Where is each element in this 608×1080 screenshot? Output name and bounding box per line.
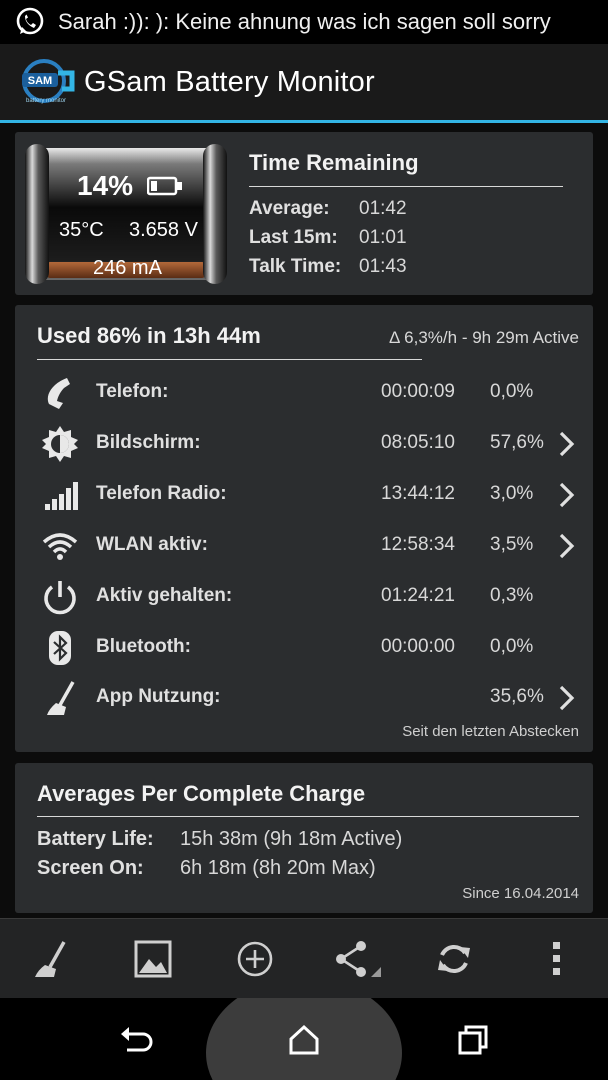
row-label: Screen On: [37,857,144,879]
power-icon [44,581,76,615]
phone-icon [47,378,70,409]
row-label: Battery Life: [37,828,154,850]
row-value: 01:43 [359,256,407,277]
usage-label: WLAN aktiv: [96,534,208,555]
divider [249,186,563,187]
usage-percent: 35,6% [490,686,544,707]
home-icon[interactable] [286,1022,322,1058]
usage-time: 13:44:12 [381,483,455,504]
battery-percent: 14% [77,170,134,201]
usage-footer: Seit den letzten Abstecken [402,723,579,740]
chevron-right-icon[interactable] [555,430,579,458]
averages-title: Averages Per Complete Charge [37,781,366,806]
chevron-right-icon[interactable] [555,684,579,712]
row-value: 15h 38m (9h 18m Active) [180,828,403,850]
battery-temperature: 35°C [59,219,104,241]
battery-graphic: 14% 35°C 3.658 V 246 mA [25,142,227,285]
signal-bars-icon [45,482,78,510]
time-remaining-average: Average: 01:42 [249,198,407,220]
status-bar: Sarah :)): ): Keine ahnung was ich sagen… [0,0,608,44]
refresh-icon[interactable] [434,939,474,979]
usage-label: Bildschirm: [96,432,201,453]
screen: Sarah :)): ): Keine ahnung was ich sagen… [0,0,608,1080]
time-remaining-last15m: Last 15m: 01:01 [249,227,407,249]
recents-icon[interactable] [455,1022,491,1058]
usage-time: 00:00:09 [381,381,455,402]
logo-subtext: battery monitor [26,98,66,104]
averages-screen-on: Screen On: 6h 18m (8h 20m Max) [37,857,376,880]
usage-percent: 3,5% [490,534,534,555]
app-title: GSam Battery Monitor [84,65,375,98]
usage-rate: Δ 6,3%/h - 9h 29m Active [389,328,579,347]
app-logo: SAM battery monitor [22,59,75,104]
system-nav-bar [0,998,608,1080]
usage-label: Telefon Radio: [96,483,227,504]
action-bar-accent-line [0,120,608,123]
usage-time: 00:00:00 [381,636,455,657]
row-value: 01:01 [359,227,407,248]
usage-card: Used 86% in 13h 44m Δ 6,3%/h - 9h 29m Ac… [15,305,593,752]
usage-time: 01:24:21 [381,585,455,606]
screen-brightness-icon [42,426,78,462]
overflow-menu-icon[interactable] [537,939,577,979]
usage-percent: 0,0% [490,636,534,657]
usage-time: 12:58:34 [381,534,455,555]
divider [37,359,422,360]
averages-card: Averages Per Complete Charge Battery Lif… [15,763,593,913]
broom-icon[interactable] [30,939,70,979]
add-circle-icon[interactable] [235,939,275,979]
broom-icon [47,681,75,715]
row-label: Last 15m: [249,227,338,248]
averages-battery-life: Battery Life: 15h 38m (9h 18m Active) [37,828,402,851]
back-icon[interactable] [117,1022,153,1058]
row-value: 6h 18m (8h 20m Max) [180,857,376,879]
time-remaining-title: Time Remaining [249,150,419,175]
usage-time: 08:05:10 [381,432,455,453]
logo-text: SAM [28,75,52,87]
usage-percent: 0,0% [490,381,534,402]
action-bar: SAM battery monitor GSam Battery Monitor [0,44,608,120]
whatsapp-icon [16,7,44,35]
usage-row-telefon[interactable]: Telefon: 00:00:09 0,0% [15,369,593,415]
chevron-right-icon[interactable] [555,481,579,509]
row-value: 01:42 [359,198,407,219]
usage-label: App Nutzung: [96,686,221,707]
share-icon[interactable] [333,939,383,979]
row-label: Talk Time: [249,256,342,277]
usage-row-wlan[interactable]: WLAN aktiv: 12:58:34 3,5% [15,522,593,568]
chevron-right-icon[interactable] [555,532,579,560]
usage-title: Used 86% in 13h 44m [37,323,261,348]
bluetooth-icon [49,631,71,665]
battery-voltage: 3.658 V [129,219,198,241]
battery-status-card[interactable]: 14% 35°C 3.658 V 246 mA Time Remaining A… [15,132,593,295]
bottom-toolbar [0,918,608,998]
usage-label: Aktiv gehalten: [96,585,233,606]
usage-label: Telefon: [96,381,169,402]
usage-label: Bluetooth: [96,636,191,657]
usage-percent: 57,6% [490,432,544,453]
battery-icon [147,176,182,196]
row-label: Average: [249,198,330,219]
usage-row-telefon-radio[interactable]: Telefon Radio: 13:44:12 3,0% [15,471,593,517]
image-icon[interactable] [133,939,173,979]
battery-current: 246 mA [93,257,162,279]
divider [37,816,579,817]
usage-percent: 0,3% [490,585,534,606]
averages-footer: Since 16.04.2014 [462,885,579,902]
usage-row-bildschirm[interactable]: Bildschirm: 08:05:10 57,6% [15,420,593,466]
time-remaining-talk-time: Talk Time: 01:43 [249,256,407,278]
usage-row-aktiv-gehalten[interactable]: Aktiv gehalten: 01:24:21 0,3% [15,573,593,619]
wifi-icon [42,533,78,560]
usage-row-app-nutzung[interactable]: App Nutzung: 35,6% [15,674,593,720]
usage-row-bluetooth[interactable]: Bluetooth: 00:00:00 0,0% [15,624,593,670]
notification-text[interactable]: Sarah :)): ): Keine ahnung was ich sagen… [58,9,551,35]
usage-percent: 3,0% [490,483,534,504]
